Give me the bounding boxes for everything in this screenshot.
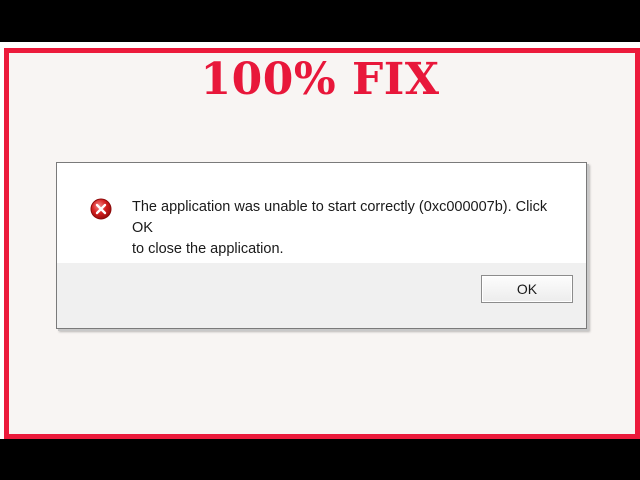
ok-button[interactable]: OK (481, 275, 573, 303)
headline-text: 100% FIX (200, 54, 440, 105)
error-message-line-2: to close the application. (132, 241, 284, 257)
error-icon (90, 198, 112, 220)
dialog-body: The application was unable to start corr… (57, 163, 586, 263)
error-dialog: The application was unable to start corr… (56, 162, 587, 329)
error-message: The application was unable to start corr… (132, 197, 562, 260)
error-message-line-1: The application was unable to start corr… (132, 199, 548, 236)
dialog-footer: OK (57, 263, 586, 328)
